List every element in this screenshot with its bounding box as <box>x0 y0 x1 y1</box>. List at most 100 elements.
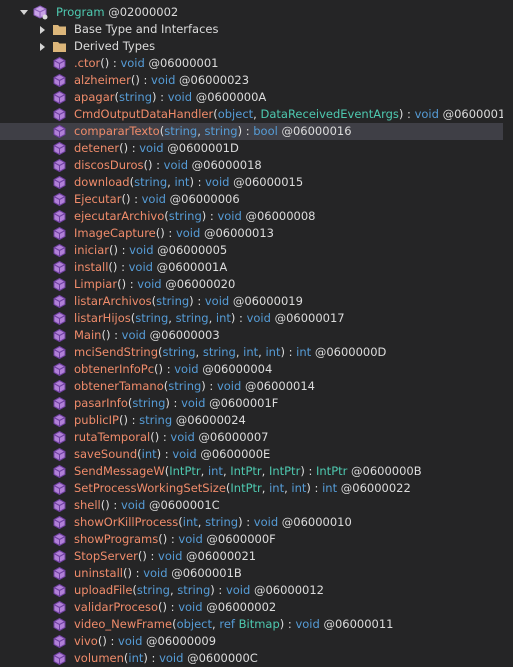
tree-node-method[interactable]: uninstall() : void @0600001B <box>0 565 513 582</box>
tree-node-method[interactable]: showOrKillProcess(int, string) : void @0… <box>0 514 513 531</box>
method-name: SetProcessWorkingSetSize <box>74 481 226 495</box>
folder-label: Derived Types <box>74 39 156 53</box>
tree-node-method[interactable]: .ctor() : void @06000001 <box>0 55 513 72</box>
return-type: int <box>322 481 338 495</box>
method-signature: obtenerInfoPc() : void @06000004 <box>74 362 273 376</box>
method-name: discosDuros <box>74 158 144 172</box>
tree-node-method[interactable]: Main() : void @06000003 <box>0 327 513 344</box>
tree-node-derived-types[interactable]: Derived Types <box>0 38 513 55</box>
return-type: void <box>151 73 176 87</box>
tree-node-program[interactable]: Program @02000002 <box>0 4 513 21</box>
method-icon <box>52 73 67 88</box>
method-signature: saveSound(int) : void @0600000E <box>74 447 271 461</box>
method-icon <box>52 345 67 360</box>
collapse-arrow-icon[interactable] <box>20 10 28 15</box>
tree-node-method[interactable]: listarArchivos(string) : void @06000019 <box>0 293 513 310</box>
method-name: Limpiar <box>74 277 118 291</box>
method-icon <box>52 583 67 598</box>
method-signature: discosDuros() : void @06000018 <box>74 158 262 172</box>
method-signature: validarProceso() : void @06000002 <box>74 600 277 614</box>
tree-node-method[interactable]: shell() : void @0600001C <box>0 497 513 514</box>
method-icon <box>52 464 67 479</box>
tree-node-method[interactable]: volumen(int) : void @0600000C <box>0 650 513 667</box>
method-name: uninstall <box>74 566 123 580</box>
method-token: @06000004 <box>202 362 273 376</box>
param-type: IntPtr <box>230 481 262 495</box>
method-name: CmdOutputDataHandler <box>74 107 214 121</box>
param-type: string <box>177 583 211 597</box>
param-type: string <box>136 583 170 597</box>
tree-node-method[interactable]: ejecutarArchivo(string) : void @06000008 <box>0 208 513 225</box>
method-token: @06000018 <box>191 158 262 172</box>
tree-node-method[interactable]: compararTexto(string, string) : bool @06… <box>0 123 513 140</box>
method-token: @0600000C <box>187 651 258 665</box>
method-params: int, string <box>182 515 239 529</box>
tree-node-method[interactable]: iniciar() : void @06000005 <box>0 242 513 259</box>
tree-node-method[interactable]: discosDuros() : void @06000018 <box>0 157 513 174</box>
tree-node-method[interactable]: vivo() : void @06000009 <box>0 633 513 650</box>
method-name: showOrKillProcess <box>74 515 179 529</box>
tree-node-method[interactable]: SetProcessWorkingSetSize(IntPtr, int, in… <box>0 480 513 497</box>
tree-node-method[interactable]: alzheimer() : void @06000023 <box>0 72 513 89</box>
return-type: void <box>181 396 206 410</box>
tree-node-method[interactable]: download(string, int) : void @06000015 <box>0 174 513 191</box>
tree-node-method[interactable]: CmdOutputDataHandler(object, DataReceive… <box>0 106 513 123</box>
tree-node-method[interactable]: apagar(string) : void @0600000A <box>0 89 513 106</box>
method-signature: download(string, int) : void @06000015 <box>74 175 304 189</box>
method-token: @06000011 <box>323 617 394 631</box>
method-icon <box>52 532 67 547</box>
tree-node-method[interactable]: listarHijos(string, string, int) : void … <box>0 310 513 327</box>
return-type: void <box>137 277 162 291</box>
param-type: string <box>205 515 239 529</box>
tree-node-method[interactable]: obtenerInfoPc() : void @06000004 <box>0 361 513 378</box>
expand-arrow-icon[interactable] <box>40 26 45 34</box>
method-icon <box>52 515 67 530</box>
method-signature: ejecutarArchivo(string) : void @06000008 <box>74 209 316 223</box>
return-type: void <box>175 226 201 240</box>
param-type: string <box>164 124 198 138</box>
tree-node-method[interactable]: rutaTemporal() : void @06000007 <box>0 429 513 446</box>
method-icon <box>52 90 67 105</box>
return-type: void <box>178 600 203 614</box>
method-token: @06000010 <box>281 515 352 529</box>
method-token: @0600001D <box>167 141 239 155</box>
tree-node-base-types[interactable]: Base Type and Interfaces <box>0 21 513 38</box>
tree-node-method[interactable]: detener() : void @0600001D <box>0 140 513 157</box>
tree-node-method[interactable]: validarProceso() : void @06000002 <box>0 599 513 616</box>
method-name: listarArchivos <box>74 294 152 308</box>
param-type: int <box>269 481 285 495</box>
tree-node-method[interactable]: showPrograms() : void @0600000F <box>0 531 513 548</box>
class-name: Program <box>56 5 105 19</box>
tree-node-method[interactable]: pasarInfo(string) : void @0600001F <box>0 395 513 412</box>
method-token: @06000019 <box>232 294 303 308</box>
param-type: string <box>168 379 202 393</box>
method-icon <box>52 294 67 309</box>
tree-node-method[interactable]: obtenerTamano(string) : void @06000014 <box>0 378 513 395</box>
tree-node-method[interactable]: Ejecutar() : void @06000006 <box>0 191 513 208</box>
param-type: DataReceivedEventArgs <box>260 107 399 121</box>
param-type: string <box>175 311 209 325</box>
expand-arrow-icon[interactable] <box>40 43 45 51</box>
tree-node-method[interactable]: Limpiar() : void @06000020 <box>0 276 513 293</box>
tree-node-method[interactable]: video_NewFrame(object, ref Bitmap) : voi… <box>0 616 513 633</box>
method-token: @06000001 <box>148 56 219 70</box>
method-icon <box>52 430 67 445</box>
method-signature: listarArchivos(string) : void @06000019 <box>74 294 303 308</box>
tree-node-method[interactable]: mciSendString(string, string, int, int) … <box>0 344 513 361</box>
method-params: string <box>156 294 189 308</box>
method-signature: mciSendString(string, string, int, int) … <box>74 345 387 359</box>
method-token: @06000007 <box>198 430 269 444</box>
tree-node-method[interactable]: StopServer() : void @06000021 <box>0 548 513 565</box>
method-name: obtenerTamano <box>74 379 164 393</box>
method-icon <box>52 56 67 71</box>
method-name: compararTexto <box>74 124 160 138</box>
tree-node-method[interactable]: SendMessageW(IntPtr, int, IntPtr, IntPtr… <box>0 463 513 480</box>
method-signature: volumen(int) : void @0600000C <box>74 651 258 665</box>
tree-node-method[interactable]: saveSound(int) : void @0600000E <box>0 446 513 463</box>
method-icon <box>52 617 67 632</box>
vertical-scrollbar[interactable] <box>503 0 513 666</box>
tree-node-method[interactable]: publicIP() : string @06000024 <box>0 412 513 429</box>
tree-node-method[interactable]: uploadFile(string, string) : void @06000… <box>0 582 513 599</box>
tree-node-method[interactable]: install() : void @0600001A <box>0 259 513 276</box>
tree-node-method[interactable]: ImageCapture() : void @06000013 <box>0 225 513 242</box>
